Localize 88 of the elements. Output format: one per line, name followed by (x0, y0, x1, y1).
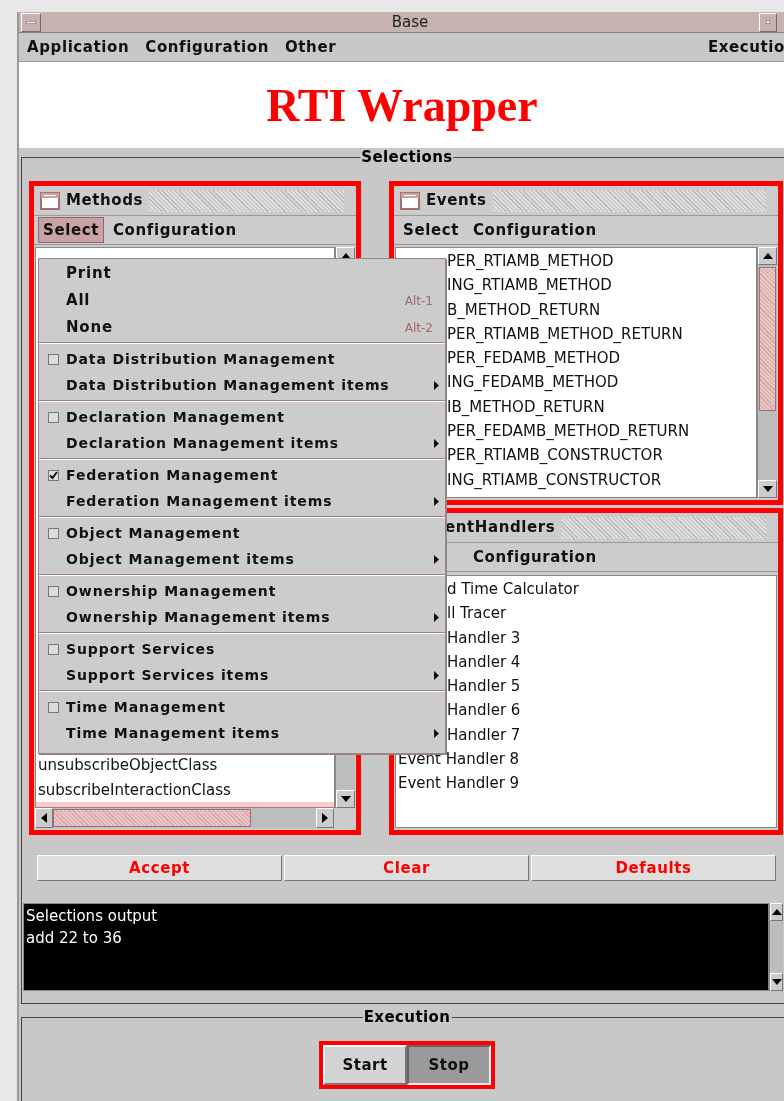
checkbox-menu-item[interactable]: Support Services (39, 636, 445, 662)
menu-item-label: All (66, 290, 91, 312)
list-row[interactable]: Event Handler 9 (396, 771, 776, 796)
menu-item-label: Object Management (66, 523, 241, 543)
menu-item-label: Data Distribution Management items (66, 375, 390, 395)
menu-item[interactable]: None Alt-2 (39, 314, 445, 341)
scroll-down-button[interactable] (770, 973, 783, 991)
menu-item-label: None (66, 317, 113, 339)
submenu-item[interactable]: Time Management items (39, 720, 445, 746)
menu-item-label: Time Management (66, 697, 226, 717)
menu-item[interactable]: Application (27, 35, 130, 59)
menu-item-label: Print (66, 263, 112, 285)
window-icon (400, 191, 420, 210)
panel-title: Events (426, 190, 487, 212)
window-menu-button[interactable] (21, 12, 41, 32)
menu-item[interactable]: Configuration (145, 35, 269, 59)
menu-item-label: Federation Management items (66, 491, 333, 511)
execution-button[interactable]: Stop (407, 1045, 491, 1085)
submenu-arrow-icon (434, 438, 439, 448)
panel-title: Methods (66, 190, 144, 212)
submenu-item[interactable]: Object Management items (39, 546, 445, 572)
menu-item[interactable]: Print (39, 260, 445, 287)
menu-item-label: Data Distribution Management (66, 349, 336, 369)
scroll-up-button[interactable] (758, 247, 777, 265)
menu-item-label: Federation Management (66, 465, 279, 485)
submenu-item[interactable]: Declaration Management items (39, 430, 445, 456)
submenu-arrow-icon (434, 496, 439, 506)
menu-item[interactable]: Other (285, 35, 337, 59)
menu-item-label: Support Services items (66, 665, 270, 685)
scroll-up-button[interactable] (770, 903, 783, 921)
window-icon (40, 191, 60, 210)
scroll-thumb[interactable] (759, 267, 776, 411)
submenu-item[interactable]: Federation Management items (39, 488, 445, 514)
submenu-arrow-icon (434, 380, 439, 390)
arrow-down-icon (340, 796, 351, 802)
menu-item-label: Ownership Management items (66, 607, 331, 627)
scrollbar[interactable] (757, 247, 777, 498)
checkbox-menu-item[interactable]: Federation Management (39, 462, 445, 488)
output-line: Selections output (26, 906, 159, 927)
window-title: Base (390, 11, 430, 33)
scrollbar[interactable] (769, 903, 783, 991)
menu-item[interactable]: All Alt-1 (39, 287, 445, 314)
arrow-down-icon (762, 486, 773, 492)
menu-item-label: Ownership Management (66, 581, 277, 601)
submenu-arrow-icon (434, 612, 439, 622)
menu-item[interactable]: Select (38, 216, 104, 244)
menu-item-label: Time Management items (66, 723, 281, 743)
checkbox-menu-item[interactable]: Object Management (39, 520, 445, 546)
banner-title: RTI Wrapper (266, 78, 538, 133)
submenu-arrow-icon (434, 670, 439, 680)
scroll-down-button[interactable] (758, 480, 777, 498)
execution-button[interactable]: Start (323, 1045, 407, 1085)
checkbox-menu-item[interactable]: Time Management (39, 694, 445, 720)
minimize-button[interactable] (759, 12, 777, 32)
scroll-down-button[interactable] (336, 790, 355, 808)
checkbox-menu-item[interactable]: Data Distribution Management (39, 346, 445, 372)
submenu-item[interactable]: Ownership Management items (39, 604, 445, 630)
menu-item[interactable]: Select (398, 216, 464, 244)
submenu-arrow-icon (434, 728, 439, 738)
list-row[interactable]: subscribeInteractionClass (36, 777, 334, 802)
arrow-right-icon (322, 813, 328, 823)
dash-icon (26, 20, 36, 24)
menu-item[interactable]: Executio (707, 35, 784, 59)
arrow-left-icon (41, 813, 47, 823)
arrow-up-icon (762, 253, 773, 259)
list-row[interactable]: unsubscribeObjectClass (36, 753, 334, 778)
scroll-left-button[interactable] (35, 808, 53, 828)
output-line: add 22 to 36 (26, 928, 123, 949)
menu-item-label: Declaration Management (66, 407, 285, 427)
panel-title: entHandlers (445, 517, 556, 539)
scroll-right-button[interactable] (316, 808, 334, 828)
menu-item-label: Support Services (66, 639, 216, 659)
checkbox-menu-item[interactable]: Declaration Management (39, 404, 445, 430)
scrollbar[interactable] (35, 808, 334, 828)
shortcut-label: Alt-2 (404, 319, 433, 337)
arrow-up-icon (771, 909, 782, 915)
menu-item[interactable]: Configuration (468, 543, 602, 571)
menu-item-label: Object Management items (66, 549, 295, 569)
menu-item-label: Declaration Management items (66, 433, 339, 453)
menu-item[interactable]: Configuration (107, 216, 242, 244)
checkbox-menu-item[interactable]: Ownership Management (39, 578, 445, 604)
submenu-item[interactable]: Data Distribution Management items (39, 372, 445, 398)
submenu-arrow-icon (434, 554, 439, 564)
arrow-down-icon (771, 979, 782, 985)
menu-item[interactable]: Configuration (467, 216, 602, 244)
submenu-item[interactable]: Support Services items (39, 662, 445, 688)
scroll-thumb[interactable] (53, 809, 251, 827)
shortcut-label: Alt-1 (404, 292, 433, 310)
